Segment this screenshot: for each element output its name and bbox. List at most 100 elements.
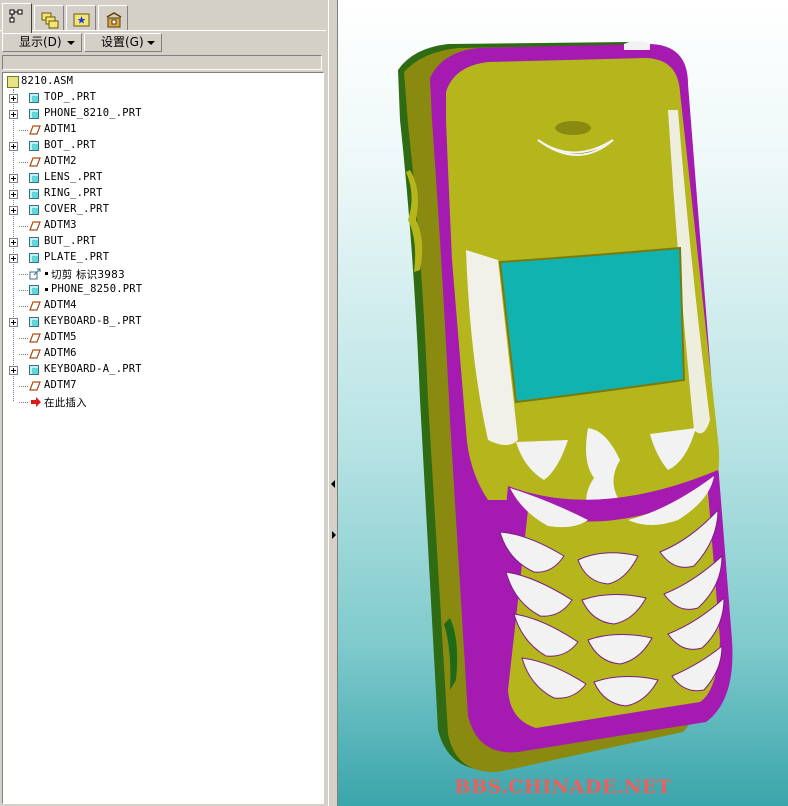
graphics-viewport[interactable]: BBS.CHINADE.NET xyxy=(338,0,788,806)
assembly-icon xyxy=(7,76,19,88)
tab-model-tree[interactable] xyxy=(2,3,32,33)
tree-connector xyxy=(19,274,28,275)
datum-plane-icon xyxy=(29,221,41,231)
tree-row-label: BOT_.PRT xyxy=(44,139,97,151)
collapse-left-icon[interactable] xyxy=(331,480,335,488)
tree-row[interactable]: ADTM6 xyxy=(3,346,323,362)
tree-row-label: 在此插入 xyxy=(44,397,87,409)
datum-plane-icon xyxy=(29,157,41,167)
datum-plane-icon xyxy=(29,349,41,359)
marker-square-icon xyxy=(45,288,48,291)
tab-folder-browser[interactable] xyxy=(34,5,64,31)
part-icon xyxy=(29,285,39,295)
expand-plus-icon[interactable] xyxy=(9,142,18,151)
tree-connector xyxy=(19,162,28,163)
tree-row[interactable]: ADTM1 xyxy=(3,122,323,138)
expand-plus-icon[interactable] xyxy=(9,94,18,103)
part-icon xyxy=(29,365,39,375)
settings-menu-button[interactable]: 设置(G) xyxy=(84,33,162,52)
tree-row-label: ADTM2 xyxy=(44,155,77,167)
tree-row-label: TOP_.PRT xyxy=(44,91,97,103)
tree-connector xyxy=(19,354,28,355)
expand-plus-icon[interactable] xyxy=(9,206,18,215)
tree-row-label: ADTM7 xyxy=(44,379,77,391)
display-menu-button[interactable]: 显示(D) xyxy=(2,33,82,52)
tree-row[interactable]: ADTM2 xyxy=(3,154,323,170)
expand-right-icon[interactable] xyxy=(332,531,336,539)
phone-earpiece xyxy=(555,121,591,135)
tree-row[interactable]: TOP_.PRT xyxy=(3,90,323,106)
tree-row-label: ADTM6 xyxy=(44,347,77,359)
panel-splitter[interactable] xyxy=(328,0,338,806)
expand-plus-icon[interactable] xyxy=(9,366,18,375)
tree-connector xyxy=(19,226,28,227)
tree-row[interactable]: PHONE_8250.PRT xyxy=(3,282,323,298)
tree-connector xyxy=(19,290,28,291)
tree-row-label: COVER_.PRT xyxy=(44,203,110,215)
tab-favorites[interactable] xyxy=(66,5,96,31)
part-icon xyxy=(29,93,39,103)
phone-screen xyxy=(498,246,686,404)
tree-row-label: PHONE_8250.PRT xyxy=(51,283,143,295)
tree-row[interactable]: 在此插入 xyxy=(3,394,323,410)
tree-row[interactable]: BUT_.PRT xyxy=(3,234,323,250)
watermark-text: BBS.CHINADE.NET xyxy=(454,776,672,798)
tree-row-label: RING_.PRT xyxy=(44,187,103,199)
part-icon xyxy=(29,237,39,247)
datum-plane-icon xyxy=(29,125,41,135)
tree-row[interactable]: COVER_.PRT xyxy=(3,202,323,218)
part-icon xyxy=(29,109,39,119)
tab-connections[interactable] xyxy=(98,5,128,31)
tree-row[interactable]: PLATE_.PRT xyxy=(3,250,323,266)
tree-filter-bar[interactable] xyxy=(2,55,322,70)
settings-menu-label: 设置(G) xyxy=(101,35,144,49)
datum-plane-icon xyxy=(29,381,41,391)
tree-row[interactable]: ADTM7 xyxy=(3,378,323,394)
tree-connector xyxy=(19,306,28,307)
part-icon xyxy=(29,173,39,183)
tree-row-label: KEYBOARD-A_.PRT xyxy=(44,363,142,375)
expand-plus-icon[interactable] xyxy=(9,190,18,199)
tree-row-label: PHONE_8210_.PRT xyxy=(44,107,142,119)
tree-row[interactable]: KEYBOARD-B_.PRT xyxy=(3,314,323,330)
tree-row[interactable]: ADTM4 xyxy=(3,298,323,314)
tree-row-label: ADTM4 xyxy=(44,299,77,311)
tree-connector xyxy=(19,130,28,131)
tree-row[interactable]: 切剪 标识3983 xyxy=(3,266,323,282)
tab-divider xyxy=(0,30,326,31)
part-icon xyxy=(29,253,39,263)
tree-row[interactable]: BOT_.PRT xyxy=(3,138,323,154)
tree-row-label: 切剪 标识3983 xyxy=(51,269,125,281)
tree-row[interactable]: RING_.PRT xyxy=(3,186,323,202)
display-menu-label: 显示(D) xyxy=(19,35,62,49)
tree-row[interactable]: ADTM3 xyxy=(3,218,323,234)
part-icon xyxy=(29,141,39,151)
expand-plus-icon[interactable] xyxy=(9,110,18,119)
tools-icon xyxy=(106,12,122,28)
tree-connector xyxy=(19,402,28,403)
tree-row-label: LENS_.PRT xyxy=(44,171,103,183)
tree-row-label: BUT_.PRT xyxy=(44,235,97,247)
tree-connector xyxy=(19,338,28,339)
tree-root-row[interactable]: 8210.ASM xyxy=(3,74,323,90)
expand-plus-icon[interactable] xyxy=(9,254,18,263)
tree-row[interactable]: ADTM5 xyxy=(3,330,323,346)
chevron-down-icon xyxy=(147,41,155,45)
chevron-down-icon xyxy=(67,41,75,45)
folder-browser-icon xyxy=(41,12,59,29)
tree-row[interactable]: PHONE_8210_.PRT xyxy=(3,106,323,122)
part-icon xyxy=(29,189,39,199)
model-tree-panel: 显示(D) 设置(G) 8210.ASM TOP_.PRT PHONE_8210_… xyxy=(0,0,328,806)
expand-plus-icon[interactable] xyxy=(9,174,18,183)
phone-model-render xyxy=(398,41,733,773)
insert-here-arrow-icon xyxy=(31,397,41,407)
expand-plus-icon[interactable] xyxy=(9,238,18,247)
expand-plus-icon[interactable] xyxy=(9,318,18,327)
model-tree[interactable]: 8210.ASM TOP_.PRT PHONE_8210_.PRT ADTM1 BOT… xyxy=(2,72,324,804)
panel-tabs xyxy=(2,3,322,33)
tree-row-label: PLATE_.PRT xyxy=(44,251,110,263)
part-icon xyxy=(29,317,39,327)
tree-row[interactable]: KEYBOARD-A_.PRT xyxy=(3,362,323,378)
tree-row[interactable]: LENS_.PRT xyxy=(3,170,323,186)
datum-plane-icon xyxy=(29,333,41,343)
